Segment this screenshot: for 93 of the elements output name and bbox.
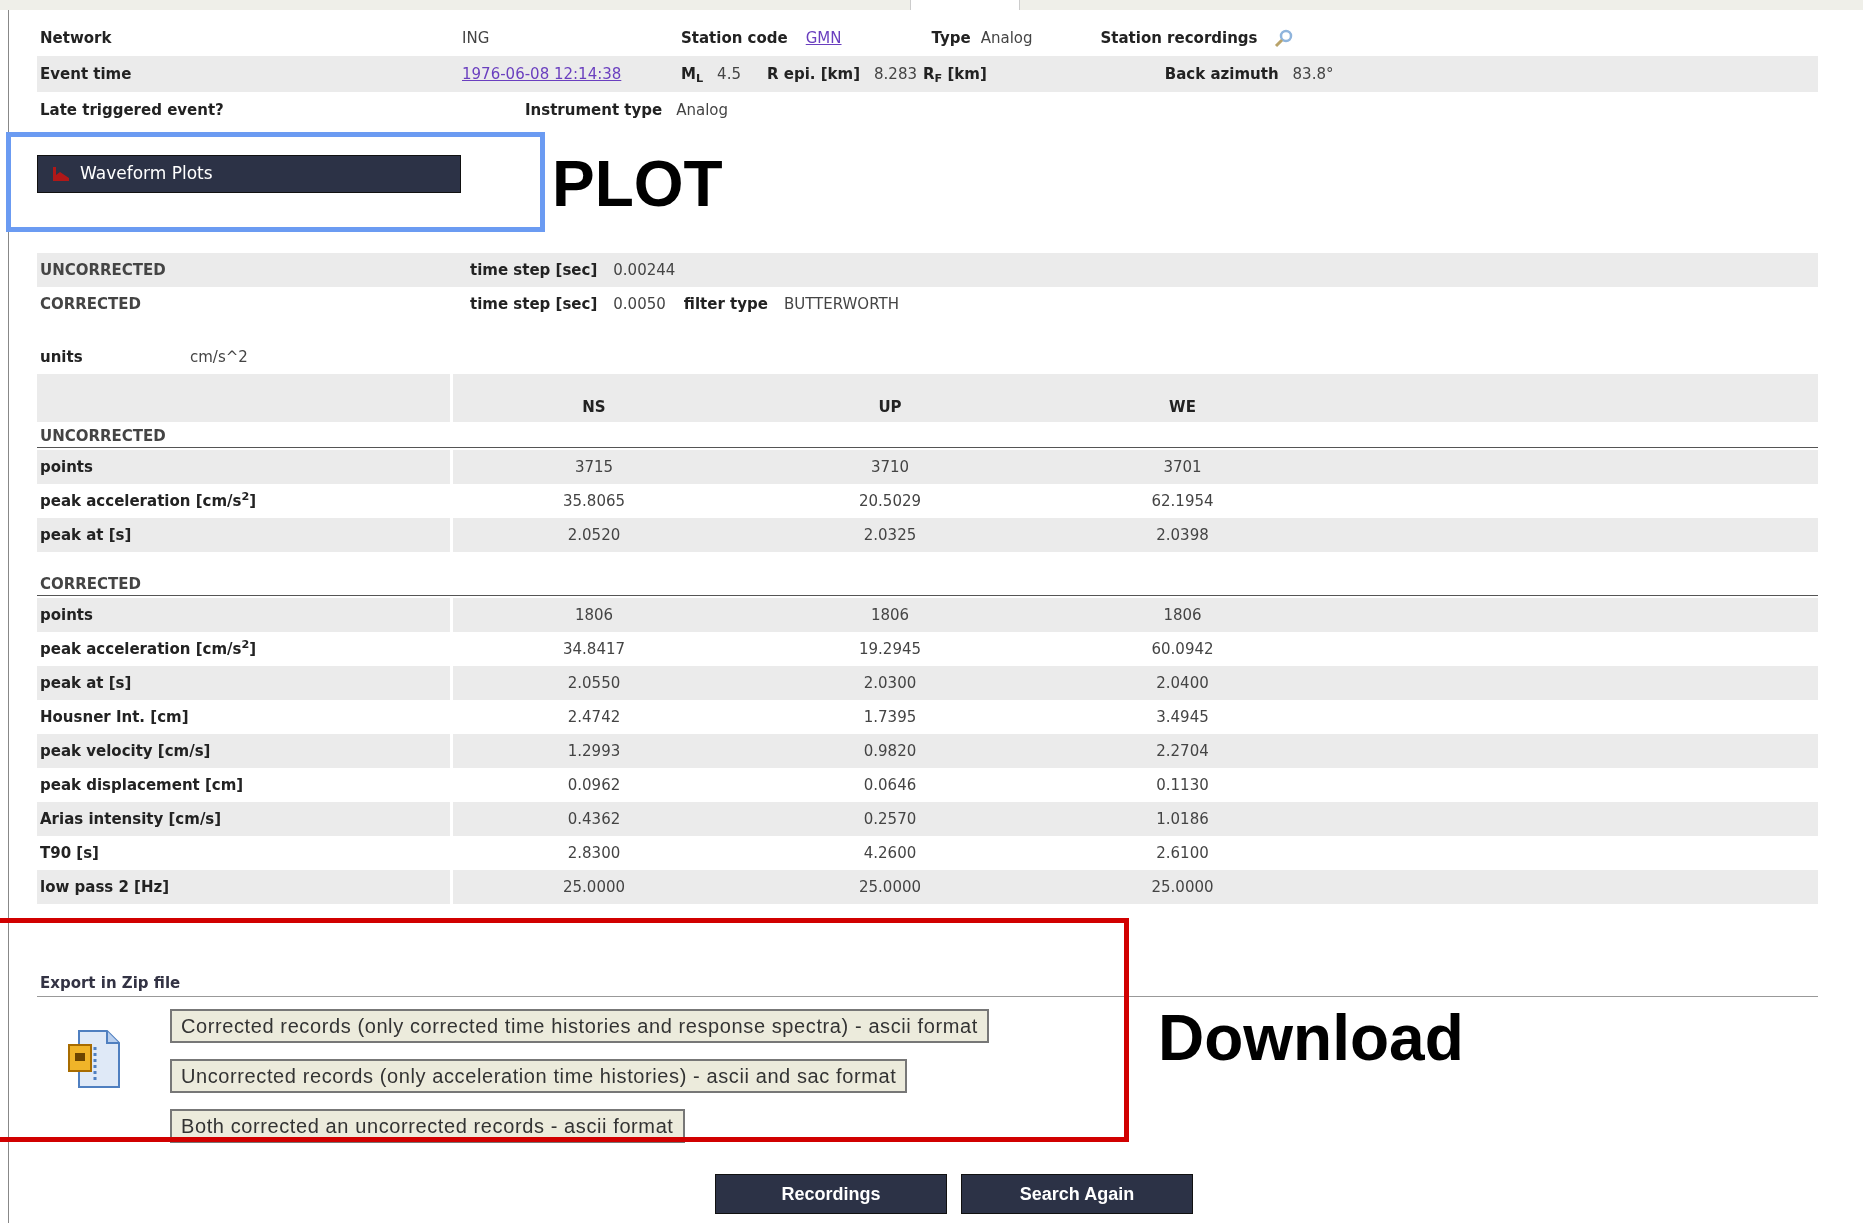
field-value: 4.5 (717, 63, 741, 85)
event-time-link[interactable]: 1976-06-08 12:14:38 (462, 62, 681, 86)
field-label: Late triggered event? (39, 99, 225, 121)
section-title: CORRECTED (39, 573, 142, 595)
table-cell: 0.0962 (567, 775, 621, 794)
field-label: Network (39, 27, 113, 49)
table-cell: 0.4362 (567, 809, 621, 828)
table-cell: 20.5029 (859, 491, 921, 510)
table-cell: 2.0520 (567, 525, 621, 544)
processing-label: UNCORRECTED (39, 259, 167, 281)
row-label: peak displacement [cm] (39, 774, 244, 796)
search-icon[interactable] (1273, 28, 1294, 48)
field-value: Analog (676, 99, 728, 121)
table-cell: 2.0300 (863, 673, 917, 692)
field-label: Station recordings (1100, 27, 1258, 49)
field-value: cm/s^2 (190, 346, 248, 368)
table-cell: 1806 (870, 605, 910, 624)
field-label: Back azimuth (1164, 63, 1279, 85)
table-cell: 2.2704 (1156, 741, 1209, 760)
table-cell: 1.2993 (567, 741, 621, 760)
table-cell: 2.0550 (567, 673, 621, 692)
field-value: 8.283 (874, 63, 917, 85)
table-cell: 4.2600 (863, 843, 917, 862)
row-label: peak velocity [cm/s] (39, 740, 211, 762)
field-value: Analog (980, 27, 1033, 49)
annotation-label: PLOT (552, 147, 723, 222)
row-label: peak acceleration [cm/s$^{2}$] (39, 637, 257, 660)
column-header: NS (582, 397, 606, 416)
annotation-label: Download (1158, 1001, 1464, 1076)
table-cell: 62.1954 (1151, 491, 1214, 510)
table-cell: 3710 (870, 457, 910, 476)
table-cell: 3701 (1163, 457, 1202, 476)
table-cell: 25.0000 (859, 877, 921, 896)
station-code-link[interactable]: GMN (805, 26, 842, 50)
section-title: Export in Zip file (39, 972, 181, 994)
column-header: WE (1169, 397, 1196, 416)
row-label: points (39, 456, 93, 478)
action-button[interactable]: Recordings (715, 1174, 947, 1214)
row-label: low pass 2 [Hz] (39, 876, 170, 898)
table-cell: 2.0400 (1156, 673, 1209, 692)
table-cell: 2.6100 (1156, 843, 1209, 862)
field-label: Event time (39, 63, 133, 85)
field-value: ING (462, 27, 491, 49)
field-label: Station code (681, 27, 788, 49)
column-header: UP (878, 397, 902, 416)
row-label: T90 [s] (39, 842, 99, 864)
table-cell: 60.0942 (1151, 639, 1214, 658)
field-label: M$_{L}$ (681, 63, 704, 86)
table-cell: 3715 (574, 457, 614, 476)
action-button[interactable]: Search Again (961, 1174, 1193, 1214)
field-value: BUTTERWORTH (783, 293, 899, 315)
table-cell: 1.7395 (863, 707, 917, 726)
table-cell: 19.2945 (859, 639, 921, 658)
download-button[interactable]: Corrected records (only corrected time histories and response spectra) - ascii format (170, 1009, 989, 1043)
table-cell: 2.4742 (567, 707, 621, 726)
table-cell: 0.1130 (1156, 775, 1209, 794)
processing-label: CORRECTED (39, 293, 143, 315)
table-cell: 34.8417 (563, 639, 625, 658)
zip-file-icon (65, 1027, 123, 1091)
table-cell: 1806 (1163, 605, 1202, 624)
chart-icon (52, 166, 70, 182)
table-cell: 1806 (574, 605, 614, 624)
field-label: Type (931, 27, 971, 49)
field-label: Instrument type (525, 99, 663, 121)
table-cell: 0.2570 (863, 809, 917, 828)
field-value: 0.0050 (613, 293, 666, 315)
row-label: points (39, 604, 93, 626)
table-cell: 25.0000 (563, 877, 625, 896)
field-label: units (39, 346, 84, 368)
table-cell: 2.0325 (863, 525, 917, 544)
field-label: R epi. [km] (766, 63, 861, 85)
field-label: time step [sec] (470, 293, 598, 315)
field-label: R$_{F}$ [km] (923, 63, 987, 86)
field-value: 0.00244 (613, 259, 676, 281)
download-button[interactable]: Uncorrected records (only acceleration time histories) - ascii and sac format (170, 1059, 908, 1093)
row-label: peak acceleration [cm/s$^{2}$] (39, 489, 257, 512)
table-cell: 0.9820 (863, 741, 917, 760)
table-cell: 2.8300 (567, 843, 621, 862)
field-value: 83.8° (1292, 63, 1334, 85)
table-cell: 1.0186 (1156, 809, 1209, 828)
field-label: time step [sec] (470, 259, 598, 281)
table-cell: 35.8065 (563, 491, 625, 510)
table-cell: 2.0398 (1156, 525, 1209, 544)
section-title: UNCORRECTED (39, 425, 166, 447)
table-cell: 0.0646 (863, 775, 917, 794)
row-label: peak at [s] (39, 524, 132, 546)
field-label: filter type (683, 293, 768, 315)
row-label: Housner Int. [cm] (39, 706, 189, 728)
row-label: Arias intensity [cm/s] (39, 808, 222, 830)
waveform-plots-button[interactable]: Waveform Plots (37, 155, 461, 193)
table-cell: 3.4945 (1156, 707, 1209, 726)
row-label: peak at [s] (39, 672, 132, 694)
table-cell: 25.0000 (1151, 877, 1214, 896)
